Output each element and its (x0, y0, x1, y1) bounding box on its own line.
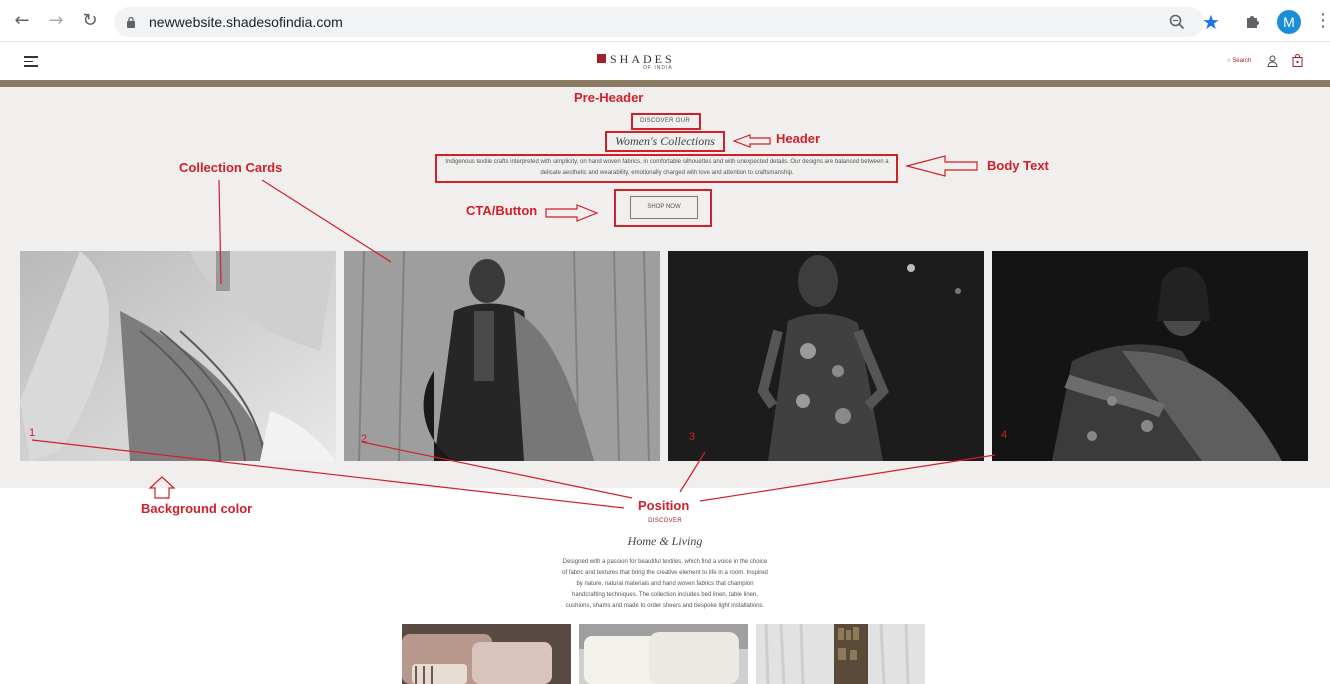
user-icon[interactable] (1267, 55, 1278, 67)
position-number-2: 2 (361, 433, 368, 445)
profile-avatar[interactable]: M (1277, 10, 1301, 34)
site-header: SHADES OF INDIA ○ Search (0, 42, 1330, 80)
browser-toolbar: ← → ↻ newwebsite.shadesofindia.com ★ M ⋮ (0, 0, 1330, 42)
home-living-card-1[interactable] (402, 624, 571, 684)
search-link[interactable]: ○ Search (1227, 58, 1251, 64)
logo-mark (597, 54, 606, 63)
collection-card-image (20, 251, 336, 461)
search-label: Search (1232, 58, 1252, 64)
home-living-card-3[interactable] (756, 624, 925, 684)
home-living-card-2[interactable] (579, 624, 748, 684)
header-label: Header (776, 131, 821, 146)
home-living-card-image (756, 624, 925, 684)
pre-header-annotation-box (631, 113, 701, 130)
logo-subtext: OF INDIA (643, 65, 673, 71)
position-number-3: 3 (689, 431, 696, 443)
lock-icon (127, 16, 135, 28)
extensions-puzzle-icon[interactable] (1244, 11, 1264, 31)
zoom-icon[interactable] (1168, 13, 1186, 31)
collection-card-1[interactable] (20, 251, 336, 461)
bookmark-star-icon[interactable]: ★ (1202, 10, 1220, 34)
url-text: newwebsite.shadesofindia.com (149, 14, 343, 30)
page: ← → ↻ newwebsite.shadesofindia.com ★ M ⋮ (0, 0, 1330, 684)
collection-card-2[interactable] (344, 251, 660, 461)
home-living-card-image (402, 624, 571, 684)
collection-card-4[interactable] (992, 251, 1308, 461)
address-bar[interactable]: newwebsite.shadesofindia.com ★ (114, 7, 1220, 37)
home-living-body-text: Designed with a passion for beautiful te… (562, 559, 768, 609)
body-text-label: Body Text (987, 158, 1049, 173)
home-living-title: Home & Living (627, 534, 703, 548)
more-vertical-icon[interactable]: ⋮ (1314, 10, 1330, 32)
back-arrow-icon[interactable]: ← (11, 10, 33, 32)
cta-annotation-box (614, 189, 712, 227)
position-number-4: 4 (1001, 429, 1008, 441)
position-number-1: 1 (29, 427, 36, 439)
body-text-annotation-box (435, 154, 898, 183)
collection-card-image (668, 251, 984, 461)
cta-label: CTA/Button (466, 203, 538, 218)
collection-card-image (344, 251, 660, 461)
background-color-label: Background color (141, 501, 253, 516)
collection-card-image (992, 251, 1308, 461)
home-living-preheader: DISCOVER (648, 518, 682, 524)
collection-cards-label: Collection Cards (179, 160, 283, 175)
shopping-bag-icon[interactable] (1292, 54, 1303, 67)
home-living-card-image (579, 624, 748, 684)
hamburger-menu-icon[interactable] (24, 56, 38, 68)
header-divider (0, 80, 1330, 87)
reload-icon[interactable]: ↻ (79, 10, 101, 32)
forward-arrow-icon[interactable]: → (45, 10, 67, 32)
collection-card-3[interactable] (668, 251, 984, 461)
header-annotation-box (605, 131, 725, 152)
pre-header-label: Pre-Header (574, 90, 644, 105)
position-label: Position (638, 498, 690, 513)
